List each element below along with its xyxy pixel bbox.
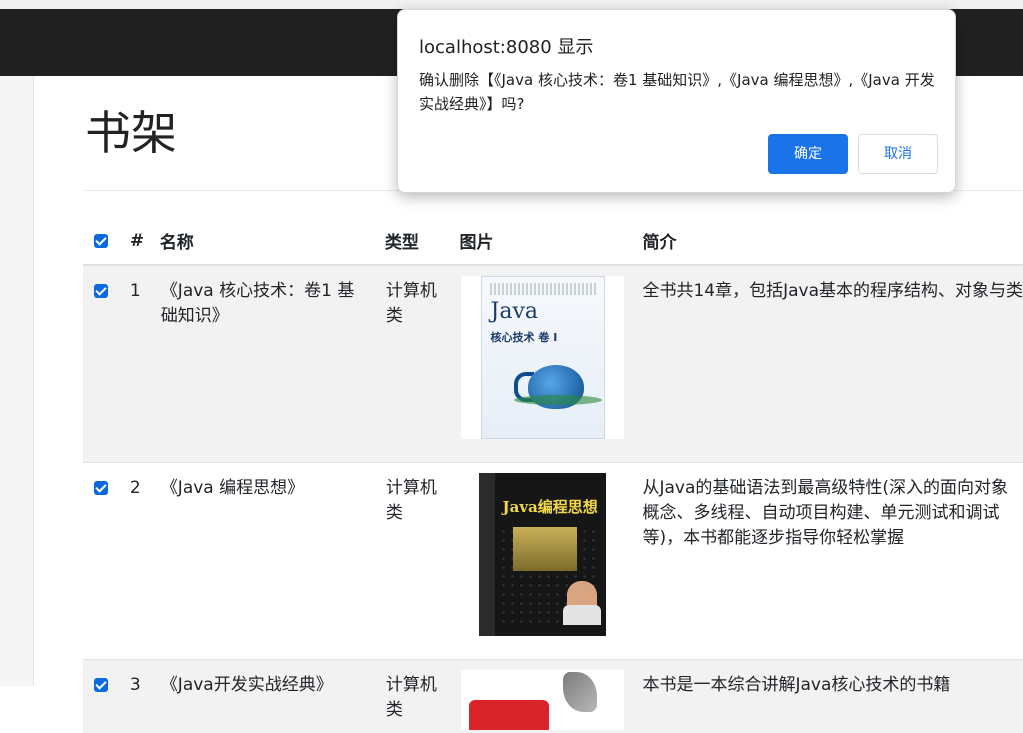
select-all-checkbox[interactable]: [94, 234, 108, 248]
header-image: 图片: [460, 217, 643, 265]
row-description: 本书是一本综合讲解Java核心技术的书籍: [642, 660, 1023, 733]
header-num: #: [120, 217, 160, 265]
dialog-message: 确认删除【《Java 核心技术：卷1 基础知识》,《Java 编程思想》,《Ja…: [419, 68, 941, 116]
row-name: 《Java 编程思想》: [160, 463, 385, 660]
row-num: 1: [120, 265, 160, 463]
header-type: 类型: [385, 217, 460, 265]
row-description-cell: 从Java的基础语法到最高级特性(深入的面向对象概念、多线程、自动项目构建、单元…: [642, 463, 1023, 660]
row-image-cell: [460, 660, 643, 733]
java-core-book-cover-icon: Java 核心技术 卷 I: [461, 276, 624, 439]
table-header-row: # 名称 类型 图片 简介: [83, 217, 1023, 265]
confirm-dialog: localhost:8080 显示 确认删除【《Java 核心技术：卷1 基础知…: [397, 9, 956, 193]
row-check-cell: [83, 463, 120, 660]
thinking-in-java-book-cover-icon: Java编程思想: [461, 473, 624, 636]
select-all-cell: [83, 217, 120, 265]
table-row: 2 《Java 编程思想》 计算机类 Java编程思想 从Java的基础语法到最…: [83, 463, 1023, 660]
row-type: 计算机类: [385, 265, 460, 463]
row-image-cell: Java编程思想: [460, 463, 643, 660]
row-type: 计算机类: [385, 463, 460, 660]
java-practice-book-cover-icon: [461, 670, 624, 730]
dialog-title: localhost:8080 显示: [419, 33, 593, 59]
book-table: # 名称 类型 图片 简介 1 《Java 核心技术：卷1 基础知识》 计算机类…: [83, 217, 1023, 733]
row-name: 《Java开发实战经典》: [160, 660, 385, 733]
row-name: 《Java 核心技术：卷1 基础知识》: [160, 265, 385, 463]
page-title: 书架: [85, 103, 177, 163]
row-check-cell: [83, 660, 120, 733]
row-description: 从Java的基础语法到最高级特性(深入的面向对象概念、多线程、自动项目构建、单元…: [642, 476, 1022, 551]
left-gutter: [0, 76, 34, 686]
cancel-button[interactable]: 取消: [858, 134, 938, 174]
header-description: 简介: [642, 217, 1023, 265]
row-image-cell: Java 核心技术 卷 I: [460, 265, 643, 463]
confirm-button[interactable]: 确定: [768, 134, 848, 174]
table-row: 1 《Java 核心技术：卷1 基础知识》 计算机类 Java 核心技术 卷 I…: [83, 265, 1023, 463]
row-checkbox[interactable]: [94, 284, 108, 298]
row-description: 全书共14章，包括Java基本的程序结构、对象与类: [642, 265, 1023, 463]
header-name: 名称: [160, 217, 385, 265]
row-num: 3: [120, 660, 160, 733]
row-type: 计算机类: [385, 660, 460, 733]
browser-top-strip: [0, 0, 1023, 9]
row-checkbox[interactable]: [94, 678, 108, 692]
row-num: 2: [120, 463, 160, 660]
row-checkbox[interactable]: [94, 481, 108, 495]
table-row: 3 《Java开发实战经典》 计算机类 本书是一本综合讲解Java核心技术的书籍: [83, 660, 1023, 733]
row-check-cell: [83, 265, 120, 463]
